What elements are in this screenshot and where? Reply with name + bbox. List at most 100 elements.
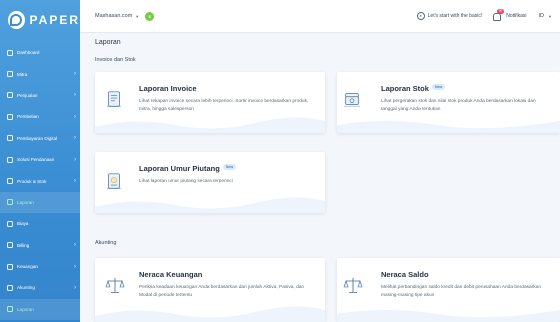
billing-icon	[7, 242, 13, 249]
sidebar-item-label: Pembayaran Digital	[17, 135, 58, 141]
sidebar-item-billing[interactable]: Billing ›	[0, 235, 80, 256]
sidebar-item-laporan-sub[interactable]: Laporan	[0, 298, 80, 321]
card-title: Laporan Stok New	[381, 84, 446, 93]
pembelian-icon	[7, 113, 13, 120]
invoice-document-icon	[106, 91, 122, 107]
sidebar-item-laporan[interactable]: Laporan	[0, 191, 80, 214]
card-description: Melihat perbandingan saldo kredit dan de…	[381, 285, 542, 298]
sidebar-item-label: Pembelian	[17, 114, 39, 120]
report-icon	[7, 199, 13, 206]
card-title: Neraca Saldo	[381, 270, 429, 279]
receivable-document-icon	[106, 173, 122, 189]
card-laporan-invoice[interactable]: Laporan Invoice Lihat rekapan invoice se…	[95, 72, 325, 133]
card-title: Laporan Umur Piutang New	[139, 164, 237, 173]
new-badge: New	[222, 164, 237, 170]
sidebar-item-produk-stok[interactable]: Produk & Stok ›	[0, 170, 80, 191]
card-title: Neraca Keuangan	[139, 270, 202, 279]
sidebar-item-mitra[interactable]: Mitra ›	[0, 63, 80, 84]
company-selector[interactable]: Mashasan.com	[95, 13, 132, 19]
main-content: Laporan Invoice dan Stok Laporan Invoice…	[80, 33, 560, 322]
sidebar-item-akunting[interactable]: Akunting ›	[0, 277, 80, 298]
product-icon	[7, 178, 13, 185]
card-laporan-umur-piutang[interactable]: Laporan Umur Piutang New Lihat laporan um…	[95, 152, 325, 213]
sidebar-item-label: Mitra	[17, 71, 28, 77]
chevron-right-icon: ›	[74, 263, 76, 270]
brand-name: PAPER	[29, 13, 80, 27]
balance-scale-icon	[343, 278, 363, 293]
language-selector[interactable]: ID	[539, 13, 545, 19]
sidebar-item-label: Produk & Stok	[17, 178, 47, 184]
sidebar-item-label: Laporan	[17, 306, 34, 312]
card-description: Lihat rekapan invoice secara lebih terpe…	[139, 99, 309, 112]
penjualan-icon	[7, 92, 13, 99]
section-title-akunting: Akunting	[95, 240, 117, 246]
card-title-text: Laporan Invoice	[139, 84, 197, 93]
sidebar-item-label: Penjualan	[17, 92, 38, 98]
chevron-right-icon: ›	[74, 284, 76, 291]
topbar: Mashasan.com ▼ $ ➤ Let's start with the …	[80, 0, 560, 33]
finance-icon	[7, 263, 13, 270]
chevron-right-icon: ›	[74, 178, 76, 185]
sidebar-item-label: Biaya	[17, 221, 29, 227]
card-laporan-stok[interactable]: Laporan Stok New Lihat pergerakan stok da…	[337, 72, 560, 133]
sidebar-item-biaya[interactable]: Biaya	[0, 213, 80, 234]
notification-label[interactable]: Notifikasi	[506, 13, 526, 19]
dashboard-icon	[7, 49, 13, 56]
funding-icon	[7, 156, 13, 163]
sidebar: PAPER Dashboard Mitra › Penjualan › Pembel…	[0, 0, 80, 322]
card-description: Lihat laporan umur piutang secara terper…	[139, 179, 233, 184]
report-icon	[7, 306, 13, 313]
card-wave-decoration	[95, 197, 325, 213]
page-title: Laporan	[95, 39, 121, 46]
sidebar-item-label: Laporan	[17, 199, 34, 205]
card-wave-decoration	[337, 310, 560, 322]
sidebar-item-pembelian[interactable]: Pembelian ›	[0, 106, 80, 127]
sidebar-item-label: Billing	[17, 242, 30, 248]
cost-icon	[7, 220, 13, 227]
card-wave-decoration	[337, 121, 560, 133]
card-title-text: Laporan Umur Piutang	[139, 164, 220, 173]
sidebar-item-dashboard[interactable]: Dashboard	[0, 42, 80, 63]
stock-box-icon	[343, 93, 361, 107]
balance-scale-icon	[105, 278, 125, 293]
sidebar-item-solusi-pendanaan[interactable]: Solusi Pendanaan ›	[0, 149, 80, 170]
card-wave-decoration	[95, 117, 325, 133]
chevron-down-icon[interactable]: ▼	[135, 14, 139, 19]
sidebar-nav: Dashboard Mitra › Penjualan › Pembelian › P…	[0, 42, 80, 321]
sidebar-item-label: Akunting	[17, 285, 35, 291]
sidebar-item-keuangan[interactable]: Keuangan ›	[0, 256, 80, 277]
section-title-invoice: Invoice dan Stok	[95, 57, 136, 63]
card-title: Laporan Invoice	[139, 84, 197, 93]
mitra-icon	[7, 71, 13, 78]
chevron-right-icon: ›	[74, 242, 76, 249]
notification-button[interactable]: 99	[493, 8, 504, 21]
card-title-text: Laporan Stok	[381, 84, 429, 93]
paper-logo-icon	[8, 11, 25, 29]
notification-count-badge: 99	[497, 8, 504, 14]
new-badge: New	[431, 84, 446, 90]
card-neraca-saldo[interactable]: Neraca Saldo Melihat perbandingan saldo …	[337, 258, 560, 322]
chevron-down-icon[interactable]: ▼	[548, 14, 552, 19]
onboarding-link[interactable]: Let's start with the basic!	[428, 13, 483, 19]
chevron-right-icon: ›	[74, 113, 76, 120]
bell-icon	[493, 12, 502, 21]
chevron-right-icon: ›	[74, 71, 76, 78]
accounting-icon	[7, 284, 13, 291]
sidebar-item-label: Dashboard	[17, 50, 40, 56]
sidebar-item-label: Keuangan	[17, 264, 38, 270]
chevron-right-icon: ›	[74, 135, 76, 142]
card-description: Periksa keadaan keuangan Anda berdasarka…	[139, 285, 305, 298]
sidebar-item-penjualan[interactable]: Penjualan ›	[0, 85, 80, 106]
card-description: Lihat pergerakan stok dan nilai stok pro…	[381, 99, 536, 112]
chevron-right-icon: ›	[74, 156, 76, 163]
chevron-right-icon: ›	[74, 92, 76, 99]
sidebar-item-pembayaran-digital[interactable]: Pembayaran Digital ›	[0, 128, 80, 149]
company-badge-icon: $	[145, 11, 155, 21]
rocket-icon: ➤	[416, 12, 425, 20]
card-title-text: Neraca Saldo	[381, 270, 429, 279]
card-wave-decoration	[95, 306, 325, 322]
card-neraca-keuangan[interactable]: Neraca Keuangan Periksa keadaan keuangan…	[95, 258, 325, 322]
sidebar-item-label: Solusi Pendanaan	[17, 157, 55, 163]
brand[interactable]: PAPER	[0, 0, 80, 40]
payment-icon	[7, 135, 13, 142]
